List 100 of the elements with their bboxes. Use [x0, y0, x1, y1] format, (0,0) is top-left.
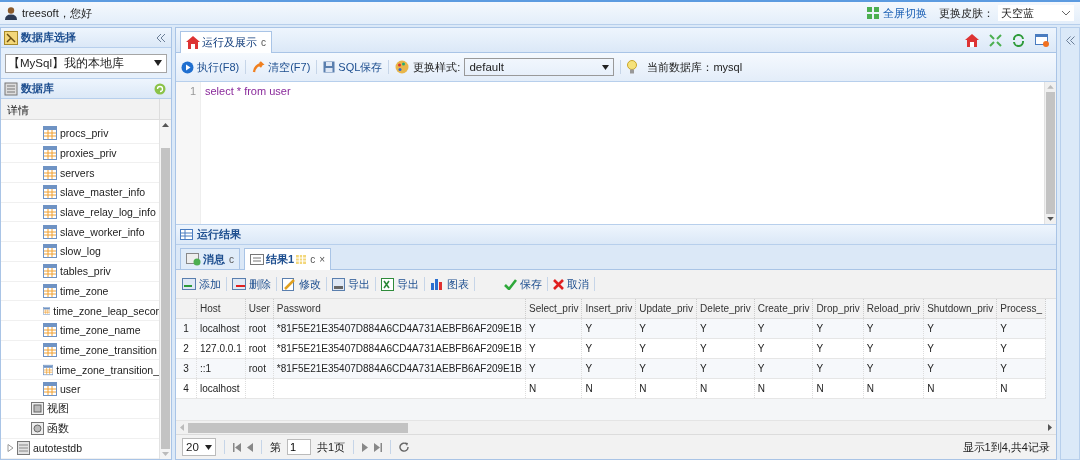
toolbar-button[interactable]: 删除 — [232, 276, 271, 292]
fullscreen-icon[interactable] — [867, 7, 879, 19]
skin-select[interactable]: 天空蓝 — [998, 5, 1074, 21]
scroll-left-icon[interactable] — [180, 424, 184, 431]
column-header[interactable]: Process_ — [996, 299, 1046, 319]
table-cell: root — [245, 358, 274, 379]
tree-item[interactable]: slave_master_info — [1, 183, 159, 203]
table-icon — [43, 126, 57, 141]
table-icon — [43, 264, 57, 279]
column-header[interactable]: Reload_priv — [863, 299, 924, 319]
toolbar-button[interactable]: 保存 — [504, 276, 542, 292]
column-header[interactable]: Delete_priv — [696, 299, 755, 319]
scroll-up-icon[interactable] — [162, 123, 169, 127]
caret-icon — [154, 60, 162, 66]
table-cell: Y — [754, 338, 813, 359]
collapse-icon[interactable] — [156, 32, 166, 43]
database-icon — [17, 441, 30, 456]
tree-item[interactable]: 函数 — [1, 419, 159, 439]
table-icon — [43, 244, 57, 259]
tree-item[interactable]: time_zone_transition_ — [1, 360, 159, 380]
window-icon[interactable] — [1035, 33, 1049, 47]
tab[interactable]: 消息 c — [180, 248, 240, 269]
export-icon — [332, 277, 345, 291]
tree-item[interactable]: proxies_priv — [1, 143, 159, 164]
column-header[interactable]: User — [245, 299, 274, 319]
toolbar-button[interactable]: 执行(F8) — [181, 59, 240, 75]
tree-item[interactable]: user — [1, 379, 159, 400]
toolbar-button[interactable]: 图表 — [430, 276, 469, 292]
home-icon[interactable] — [965, 33, 979, 47]
table-cell: Y — [863, 358, 924, 379]
tree-item[interactable]: time_zone_name — [1, 320, 159, 341]
view-icon — [31, 402, 44, 416]
refresh-icon[interactable] — [154, 82, 166, 95]
tree-item[interactable]: time_zone_transition — [1, 340, 159, 361]
toolbar-button[interactable]: 导出 — [381, 276, 419, 292]
tree-item[interactable]: tables_priv — [1, 261, 159, 282]
database-icon — [4, 81, 18, 96]
tree-item[interactable]: slave_relay_log_info — [1, 202, 159, 223]
column-header[interactable]: Host — [196, 299, 246, 319]
column-header[interactable]: Shutdown_priv — [923, 299, 997, 319]
toolbar-button[interactable]: 清空(F7) — [252, 59, 311, 75]
grid-icon — [296, 255, 307, 264]
expand-icon[interactable] — [7, 444, 14, 453]
table-icon — [43, 283, 57, 298]
column-header[interactable]: Select_priv — [525, 299, 582, 319]
column-header: 详情 — [6, 103, 30, 118]
toolbar-button[interactable]: 取消 — [553, 276, 589, 292]
previous-page-icon[interactable] — [247, 442, 253, 452]
editor-scrollbar[interactable] — [1044, 82, 1056, 224]
greeting: treesoft，您好 — [22, 5, 92, 21]
page-size-select[interactable]: 20 — [182, 438, 216, 456]
tree-item[interactable]: time_zone_leap_secor — [1, 301, 159, 321]
toolbar-button[interactable]: 添加 — [182, 276, 221, 292]
toolbar-button[interactable]: SQL保存 — [323, 59, 383, 75]
expand-panel-icon[interactable] — [1065, 36, 1075, 45]
fullscreen-link[interactable]: 全屏切换 — [883, 5, 927, 21]
refresh-icon[interactable] — [399, 442, 410, 452]
table-icon — [43, 205, 57, 220]
database-select[interactable]: 【MySql】我的本地库 — [5, 53, 167, 73]
play-icon — [181, 60, 194, 74]
table-icon — [43, 323, 57, 338]
row-number: 4 — [176, 378, 197, 399]
column-header[interactable]: Create_priv — [754, 299, 813, 319]
tree-item[interactable]: 视图 — [1, 399, 159, 420]
tree-item[interactable]: procs_priv — [1, 124, 159, 144]
palette-icon — [395, 60, 410, 74]
column-header[interactable]: Update_priv — [635, 299, 697, 319]
tree-item[interactable]: slave_worker_info — [1, 222, 159, 243]
horizontal-scrollbar[interactable] — [176, 420, 1056, 434]
tree-item[interactable]: time_zone — [1, 281, 159, 302]
panel-title: 数据库 — [21, 81, 54, 96]
panel-title: 数据库选择 — [21, 30, 76, 45]
table-cell: N — [863, 378, 924, 399]
total-pages: 共1页 — [317, 439, 346, 455]
tree-scrollbar[interactable] — [159, 120, 171, 459]
column-header[interactable]: Drop_priv — [812, 299, 864, 319]
delete-row-icon — [232, 278, 246, 290]
refresh-icon[interactable] — [1012, 33, 1025, 47]
tree-item[interactable]: servers — [1, 163, 159, 184]
table-icon — [43, 185, 57, 200]
skin-label: 更换皮肤： — [939, 5, 994, 21]
tree-item[interactable]: autotestdb — [1, 439, 159, 459]
scroll-right-icon[interactable] — [1048, 424, 1052, 431]
page-input[interactable]: 1 — [287, 439, 311, 455]
fullscreen-icon[interactable] — [989, 33, 1002, 47]
row-number: 1 — [176, 318, 197, 339]
tree-item[interactable]: slow_log — [1, 242, 159, 262]
tab[interactable]: 运行及展示 c — [180, 31, 272, 53]
toolbar-button[interactable]: 修改 — [282, 276, 321, 292]
column-header[interactable]: Insert_priv — [582, 299, 636, 319]
first-page-icon[interactable] — [233, 442, 241, 452]
row-number: 3 — [176, 358, 197, 379]
style-select[interactable]: default — [464, 58, 615, 76]
next-page-icon[interactable] — [362, 442, 369, 452]
curved-arrow-icon — [252, 60, 266, 74]
scroll-down-icon[interactable] — [1047, 217, 1054, 221]
toolbar-button[interactable]: 导出 — [332, 276, 370, 292]
tab[interactable]: 结果1 c × — [244, 248, 331, 270]
last-page-icon[interactable] — [374, 442, 383, 452]
column-header[interactable]: Password — [273, 299, 526, 319]
